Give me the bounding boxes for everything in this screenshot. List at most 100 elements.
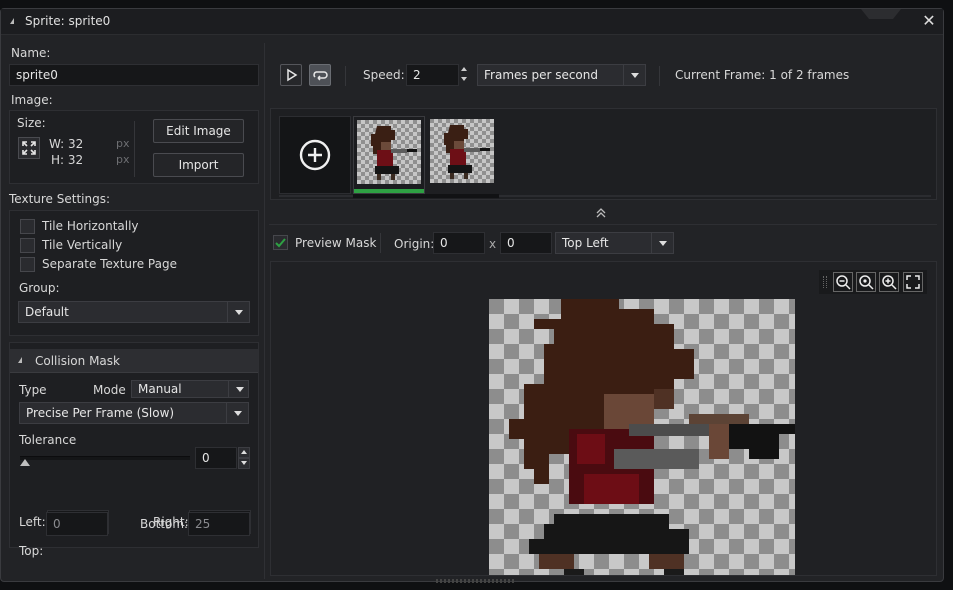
collapse-strip-button[interactable] (595, 207, 607, 219)
speed-label: Speed: (363, 68, 405, 82)
spin-up-button[interactable] (238, 447, 250, 458)
zoom-out-button[interactable] (833, 272, 853, 292)
texture-settings-box: Tile Horizontally Tile Vertically Separa… (9, 210, 259, 336)
frame-thumbnail-2[interactable] (429, 116, 497, 194)
close-icon[interactable]: ✕ (921, 13, 937, 29)
frame-thumbnail-1[interactable] (353, 116, 425, 194)
frame-1-image (357, 120, 421, 184)
frame-strip (270, 108, 937, 200)
zoom-reset-icon (859, 275, 874, 290)
origin-x-separator: x (489, 237, 497, 251)
size-divider (134, 121, 135, 177)
expand-arrows-icon (22, 141, 36, 155)
speed-input[interactable]: 2 (406, 64, 459, 86)
origin-x-input[interactable]: 0 (433, 232, 485, 254)
height-unit: px (116, 153, 130, 166)
toolbar-divider (345, 66, 346, 86)
collapse-triangle-icon (18, 357, 22, 363)
sprite-editor-window: Sprite: sprite0 ✕ Name: sprite0 Image: S… (0, 8, 944, 583)
fullscreen-icon (906, 275, 920, 289)
fit-to-view-button[interactable] (903, 272, 923, 292)
tolerance-input[interactable]: 0 (195, 447, 237, 469)
group-dropdown-value: Default (25, 305, 69, 319)
play-button[interactable] (280, 64, 302, 86)
height-value: H: 32 (51, 153, 84, 167)
chevron-down-icon (226, 403, 248, 423)
frame-strip-scroll-thumb[interactable] (353, 194, 499, 198)
separate-texture-page-label: Separate Texture Page (42, 257, 177, 271)
sprite-name-input[interactable]: sprite0 (9, 64, 259, 86)
zoom-in-icon (882, 275, 897, 290)
chevron-down-icon (227, 302, 249, 322)
add-circle-icon (299, 139, 331, 171)
edit-image-button[interactable]: Edit Image (153, 119, 244, 143)
speed-unit-dropdown[interactable]: Frames per second (477, 64, 646, 86)
collision-mask-header[interactable]: Collision Mask (10, 349, 258, 373)
mask-origin-bar: Preview Mask Origin: 0 x 0 Top Left (269, 224, 937, 258)
chevron-down-icon (651, 233, 673, 253)
type-label: Type (19, 383, 47, 397)
preview-mask-checkbox[interactable] (273, 235, 288, 250)
chevron-down-icon (623, 65, 645, 85)
image-label: Image: (11, 93, 53, 107)
zoom-reset-button[interactable] (856, 272, 876, 292)
playback-toolbar: Speed: 2 Frames per second Current Frame… (269, 60, 937, 92)
size-label: Size: (17, 116, 46, 130)
sprite-preview-canvas[interactable] (270, 261, 937, 576)
group-dropdown[interactable]: Default (18, 301, 250, 323)
spin-up-button[interactable] (459, 64, 470, 75)
spin-down-button[interactable] (459, 75, 470, 86)
spin-down-button[interactable] (238, 458, 250, 469)
speed-spinner[interactable] (459, 64, 470, 86)
texture-settings-label: Texture Settings: (9, 192, 111, 206)
mode-dropdown[interactable]: Manual (131, 380, 249, 398)
origin-preset-value: Top Left (562, 236, 609, 250)
bbox-bottom-label: Bottom: (140, 517, 189, 531)
tolerance-label: Tolerance (19, 433, 77, 447)
resize-button[interactable] (18, 137, 40, 159)
window-title: Sprite: sprite0 (25, 14, 111, 28)
frame-2-image (430, 119, 494, 183)
zoom-out-icon (836, 275, 851, 290)
tolerance-spinner[interactable] (238, 447, 250, 469)
double-chevron-up-icon (596, 208, 606, 218)
title-notch-decoration (861, 9, 901, 19)
width-value: W: 32 (49, 137, 84, 151)
origin-y-input[interactable]: 0 (500, 232, 552, 254)
zoom-in-button[interactable] (879, 272, 899, 292)
tile-vertically-checkbox[interactable] (20, 238, 35, 253)
separate-texture-page-checkbox[interactable] (20, 257, 35, 272)
origin-preset-dropdown[interactable]: Top Left (555, 232, 674, 254)
import-button[interactable]: Import (153, 153, 244, 177)
loop-button[interactable] (309, 64, 331, 86)
drag-handle-icon[interactable] (823, 276, 827, 288)
mask-type-dropdown[interactable]: Precise Per Frame (Slow) (19, 402, 249, 424)
mask-type-dropdown-value: Precise Per Frame (Slow) (26, 406, 175, 420)
group-label: Group: (19, 281, 60, 295)
add-frame-button[interactable] (279, 116, 351, 194)
bbox-top-label: Top: (19, 544, 44, 558)
collision-mask-title: Collision Mask (35, 354, 120, 368)
bbox-top-input[interactable]: 0 (46, 512, 108, 536)
image-size-box: Size: W: 32 H: 32 px px Edit Image Impor… (9, 110, 259, 184)
resize-grip[interactable] (436, 579, 516, 583)
sprite-preview-image (489, 299, 795, 575)
bbox-left-label: Left: (19, 515, 46, 529)
bbox-bottom-input[interactable]: 25 (188, 512, 250, 536)
tile-horizontally-label: Tile Horizontally (42, 219, 139, 233)
checkmark-icon (275, 238, 286, 248)
tolerance-slider-handle[interactable] (20, 459, 30, 466)
frame-strip-scrollbar[interactable] (279, 194, 931, 198)
toolbar-divider (659, 66, 660, 86)
tile-horizontally-checkbox[interactable] (20, 219, 35, 234)
mode-dropdown-value: Manual (138, 382, 182, 396)
zoom-toolbar (819, 270, 927, 294)
play-icon (287, 68, 298, 82)
chevron-down-icon (228, 381, 248, 397)
tolerance-slider-track[interactable] (20, 456, 190, 460)
sprite-properties-panel: Name: sprite0 Image: Size: W: 32 H: 32 p… (1, 36, 263, 581)
loop-icon (313, 71, 328, 81)
tile-vertically-label: Tile Vertically (42, 238, 123, 252)
title-bar[interactable]: Sprite: sprite0 ✕ (1, 9, 943, 35)
collapse-triangle-icon[interactable] (10, 18, 14, 24)
